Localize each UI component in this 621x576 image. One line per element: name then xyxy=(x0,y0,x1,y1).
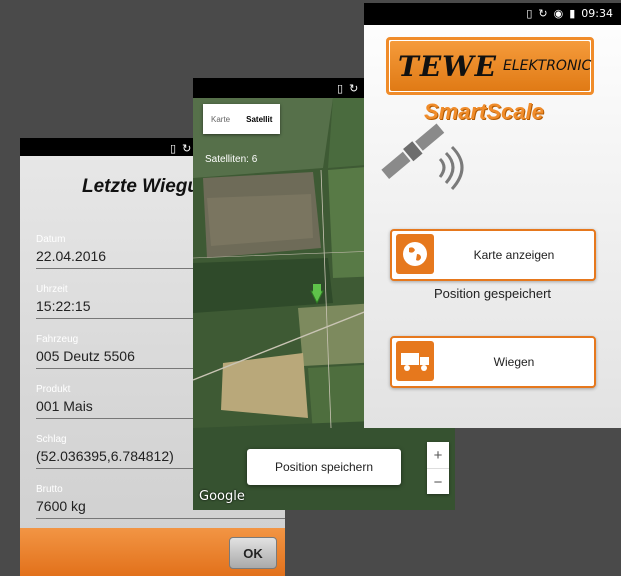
satellite-icon xyxy=(381,123,464,191)
sim-icon: ▯ xyxy=(170,142,177,155)
google-logo: Google xyxy=(199,489,245,504)
bottom-bar: OK xyxy=(20,528,285,576)
weigh-label: Wiegen xyxy=(493,355,535,369)
zoom-control: + − xyxy=(427,442,449,494)
position-status: Position gespeichert xyxy=(433,286,552,301)
ok-button[interactable]: OK xyxy=(229,537,277,569)
truck-icon xyxy=(396,341,434,381)
globe-icon xyxy=(396,234,434,274)
zoom-out-button[interactable]: − xyxy=(427,469,449,495)
smartscale-home-screen: ▯ ↻ ◉ ▮ 09:34 TEWE ELEKTRONIC SmartScale xyxy=(364,3,621,428)
satellite-count: Satelliten: 6 xyxy=(205,154,258,165)
weigh-button[interactable]: Wiegen xyxy=(390,336,596,388)
zoom-in-button[interactable]: + xyxy=(427,442,449,469)
logo-brand: TEWE xyxy=(398,49,497,83)
field-patch xyxy=(207,194,313,246)
field-patch xyxy=(221,353,308,418)
show-map-button[interactable]: Karte anzeigen xyxy=(390,229,596,281)
show-map-label: Karte anzeigen xyxy=(473,248,555,262)
save-position-button[interactable]: Position speichern xyxy=(247,449,401,485)
wifi-icon: ◉ xyxy=(553,7,564,20)
map-type-toggle: Karte Satellit xyxy=(203,104,281,134)
status-bar: ▯ ↻ ◉ ▮ 09:34 xyxy=(364,3,621,25)
brand-logo: TEWE ELEKTRONIC xyxy=(386,37,594,95)
battery-icon: ▮ xyxy=(569,7,576,20)
rotate-icon: ↻ xyxy=(538,7,548,20)
sim-icon: ▯ xyxy=(526,7,533,20)
rotate-icon: ↻ xyxy=(182,142,192,155)
rotate-icon: ↻ xyxy=(349,82,359,95)
clock: 09:34 xyxy=(581,7,613,20)
page-title: Letzte Wiegu xyxy=(82,176,199,197)
tab-satellit[interactable]: Satellit xyxy=(238,104,280,134)
tab-karte[interactable]: Karte xyxy=(203,104,238,134)
location-pin-body xyxy=(313,284,321,292)
sim-icon: ▯ xyxy=(337,82,344,95)
logo-sub: ELEKTRONIC xyxy=(502,58,592,74)
